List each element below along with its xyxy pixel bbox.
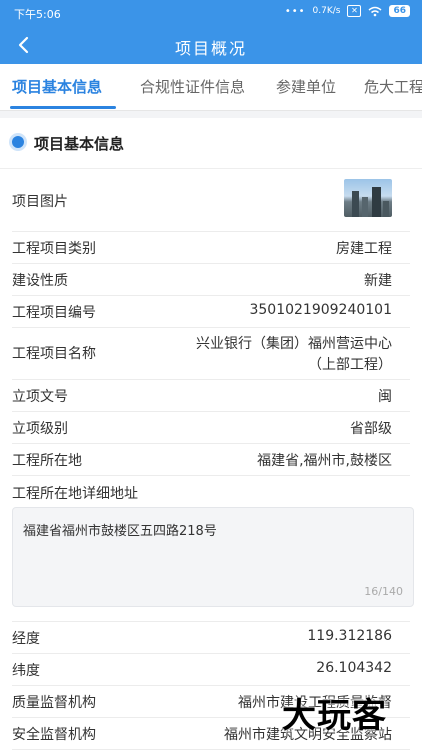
row-label: 工程所在地详细地址 [12, 486, 138, 502]
nav-bar: 项目概况 [0, 26, 422, 64]
row-label: 工程所在地 [12, 453, 82, 469]
active-tab-indicator [10, 106, 116, 109]
tab-bar: 项目基本信息 合规性证件信息 参建单位 危大工程 [0, 64, 422, 111]
row-label: 项目图片 [12, 194, 68, 210]
row-label: 立项文号 [12, 389, 68, 405]
row-value: 26.104342 [316, 660, 392, 676]
address-text: 福建省福州市鼓楼区五四路218号 [23, 524, 217, 539]
status-time: 下午5:06 [14, 8, 61, 21]
address-textarea[interactable]: 福建省福州市鼓楼区五四路218号 16/140 [12, 507, 414, 607]
battery-indicator: 66 [389, 5, 410, 17]
sim-icon: ✕ [347, 5, 362, 17]
char-counter: 16/140 [364, 585, 403, 598]
row-label: 纬度 [12, 663, 40, 679]
row-label: 立项级别 [12, 421, 68, 437]
row-construction-nature: 建设性质 新建 [12, 263, 410, 296]
section-title: 项目基本信息 [34, 135, 125, 153]
section-dot-icon [12, 136, 24, 148]
row-latitude: 纬度 26.104342 [12, 653, 410, 686]
tab-basic-info[interactable]: 项目基本信息 [12, 76, 102, 97]
row-value: 省部级 [350, 421, 392, 437]
row-label: 工程项目编号 [12, 305, 96, 321]
row-label: 安全监督机构 [12, 727, 96, 743]
row-value-line1: 兴业银行（集团）福州营运中心 [196, 336, 392, 352]
row-project-category: 工程项目类别 房建工程 [12, 231, 410, 264]
row-value: 119.312186 [307, 628, 392, 644]
info-list: 项目图片 工程项目类别 房建工程 建设性质 新建 工程项目编号 35010219… [0, 169, 422, 750]
section-header: 项目基本信息 [0, 118, 422, 169]
network-speed: 0.7K/s [312, 6, 341, 16]
row-label: 经度 [12, 631, 40, 647]
row-value: 福建省,福州市,鼓楼区 [257, 453, 392, 469]
status-bar: 下午5:06 ••• 0.7K/s ✕ 66 [0, 0, 422, 26]
page-title: 项目概况 [174, 39, 247, 58]
row-project-location: 工程所在地 福建省,福州市,鼓楼区 [12, 443, 410, 476]
row-approval-level: 立项级别 省部级 [12, 411, 410, 444]
row-longitude: 经度 119.312186 [12, 621, 410, 654]
wifi-icon [368, 6, 382, 16]
row-value: 闽 [378, 389, 392, 405]
more-dots-icon: ••• [284, 5, 306, 17]
status-icons: ••• 0.7K/s ✕ 66 [285, 5, 410, 17]
project-photo-thumbnail[interactable] [344, 179, 392, 217]
row-label: 质量监督机构 [12, 695, 96, 711]
row-label: 工程项目类别 [12, 241, 96, 257]
row-value-line2: （上部工程） [308, 357, 392, 373]
row-value: 3501021909240101 [249, 302, 392, 318]
watermark: 大玩客 [282, 696, 387, 736]
tab-dangerous-projects[interactable]: 危大工程 [364, 76, 422, 97]
row-value: 房建工程 [336, 241, 392, 257]
row-label: 工程项目名称 [12, 346, 96, 362]
row-project-name: 工程项目名称 兴业银行（集团）福州营运中心 （上部工程） [12, 327, 410, 380]
row-project-picture: 项目图片 [12, 169, 410, 232]
row-project-code: 工程项目编号 3501021909240101 [12, 295, 410, 328]
row-approval-number: 立项文号 闽 [12, 379, 410, 412]
tab-participating-units[interactable]: 参建单位 [276, 76, 336, 97]
row-label: 建设性质 [12, 273, 68, 289]
row-value: 新建 [364, 273, 392, 289]
tab-compliance-certificates[interactable]: 合规性证件信息 [140, 76, 245, 97]
